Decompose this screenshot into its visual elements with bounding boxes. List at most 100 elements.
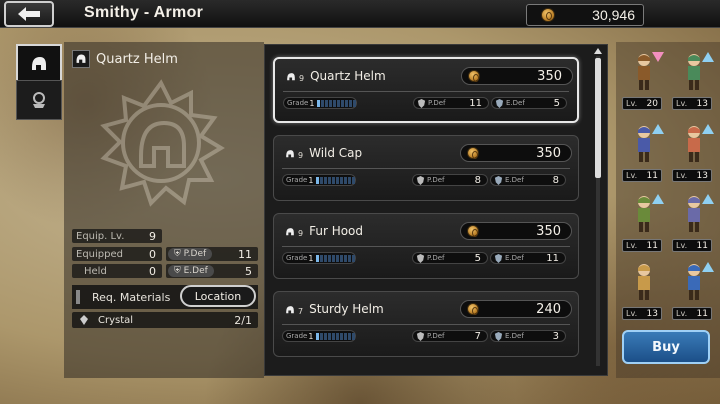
edef-value: 8: [552, 174, 559, 186]
grade-label: Grade: [286, 332, 308, 340]
stat-down-icon: [652, 52, 664, 62]
item-name: Wild Cap: [309, 146, 363, 160]
equip-level-row: Equip. Lv. 9: [72, 229, 162, 243]
coin-icon: [467, 147, 479, 159]
pdef-stat: P.Def 7: [412, 330, 488, 342]
item-quantity: 9: [298, 229, 304, 238]
item-name: Fur Hood: [309, 224, 364, 238]
magic-shield-icon: [494, 253, 503, 263]
held-row: Held 0: [72, 264, 162, 278]
screen-title: Smithy - Armor: [84, 4, 204, 21]
item-list-scrollbar[interactable]: [594, 48, 602, 374]
level-label: Lv.: [626, 99, 638, 108]
equip-level-value: 9: [149, 229, 156, 243]
pdef-stat: P.Def 8: [412, 174, 488, 186]
held-label: Held: [84, 265, 107, 277]
item-card[interactable]: 9 Wild Cap 350 Grade 1 P.Def 8 E.Def 8: [273, 135, 579, 201]
grade-label: Grade: [286, 176, 308, 184]
edef-row: ⛨ E.Def 5: [166, 264, 258, 278]
level-label: Lv.: [626, 241, 638, 250]
pdef-value: 5: [474, 252, 481, 264]
level-badge: Lv. 13: [672, 169, 712, 182]
item-price: 240: [536, 301, 561, 317]
grade-bar: Grade 1: [282, 252, 356, 264]
item-card[interactable]: 9 Fur Hood 350 Grade 1 P.Def 5 E.Def 11: [273, 213, 579, 279]
level-value: 13: [696, 98, 708, 109]
edef-value: 11: [546, 252, 559, 264]
party-member[interactable]: Lv. 13: [672, 120, 716, 182]
character-sprite-icon: [638, 264, 650, 300]
pdef-label: P.Def: [183, 249, 207, 259]
edef-stat: E.Def 5: [491, 97, 567, 109]
card-divider: [282, 324, 570, 325]
coin-icon: [468, 70, 480, 82]
edef-label: E.Def: [506, 99, 525, 107]
helmet-icon: [286, 150, 294, 158]
helmet-icon: [287, 73, 295, 81]
edef-stat: E.Def 8: [490, 174, 566, 186]
scroll-up-icon[interactable]: [594, 48, 602, 54]
party-member[interactable]: Lv. 11: [672, 190, 716, 252]
stat-up-icon: [702, 52, 714, 62]
magic-shield-icon: [494, 331, 503, 341]
level-badge: Lv. 11: [622, 239, 662, 252]
item-title: 9 Fur Hood: [284, 224, 363, 238]
pdef-value: 11: [469, 97, 482, 109]
party-member[interactable]: Lv. 11: [672, 258, 716, 320]
level-badge: Lv. 13: [622, 307, 662, 320]
card-divider: [282, 246, 570, 247]
level-label: Lv.: [676, 99, 688, 108]
coin-icon: [541, 8, 555, 22]
tab-accessory[interactable]: [16, 80, 62, 120]
grade-meter: [317, 99, 357, 107]
party-member[interactable]: Lv. 11: [622, 120, 666, 182]
gold-amount: 30,946: [592, 7, 635, 23]
card-divider: [282, 168, 570, 169]
level-value: 11: [696, 240, 708, 251]
item-quantity: 9: [298, 151, 304, 160]
item-title: 7 Sturdy Helm: [284, 302, 384, 316]
grade-meter: [316, 176, 356, 184]
grade-bar: Grade 1: [283, 97, 357, 109]
back-button[interactable]: [4, 1, 54, 27]
shield-icon: [416, 253, 425, 263]
material-row[interactable]: Crystal 2/1: [72, 312, 258, 328]
item-list[interactable]: 9 Quartz Helm 350 Grade 1 P.Def 11 E.Def…: [264, 44, 608, 376]
item-price: 350: [537, 68, 562, 84]
scroll-thumb[interactable]: [595, 58, 601, 178]
section-marker: [76, 290, 80, 304]
price-box: 350: [461, 67, 573, 85]
level-value: 13: [696, 170, 708, 181]
helmet-icon: [286, 306, 294, 314]
level-badge: Lv. 11: [672, 307, 712, 320]
magic-shield-icon: ⛨ E.Def: [168, 265, 214, 277]
buy-button[interactable]: Buy: [622, 330, 710, 364]
location-button[interactable]: Location: [180, 285, 256, 307]
helmet-icon: [32, 57, 46, 70]
accessory-icon: [33, 92, 45, 108]
edef-value: 5: [553, 97, 560, 109]
level-value: 11: [646, 170, 658, 181]
level-value: 20: [646, 98, 658, 109]
magic-shield-icon: [495, 98, 504, 108]
stat-up-icon: [702, 262, 714, 272]
party-member[interactable]: Lv. 13: [672, 48, 716, 110]
item-card[interactable]: 7 Sturdy Helm 240 Grade 1 P.Def 7 E.Def …: [273, 291, 579, 357]
grade-value: 1: [308, 253, 314, 263]
item-quantity: 7: [298, 307, 304, 316]
item-name: Quartz Helm: [310, 69, 386, 83]
party-member[interactable]: Lv. 20: [622, 48, 666, 110]
shield-icon: ⛨ P.Def: [168, 248, 213, 260]
shield-icon: [417, 98, 426, 108]
level-label: Lv.: [626, 309, 638, 318]
party-member[interactable]: Lv. 13: [622, 258, 666, 320]
item-price: 350: [536, 145, 561, 161]
pdef-label: P.Def: [428, 99, 446, 107]
item-name: Sturdy Helm: [309, 302, 384, 316]
item-card[interactable]: 9 Quartz Helm 350 Grade 1 P.Def 11 E.Def…: [273, 57, 579, 123]
level-label: Lv.: [676, 241, 688, 250]
tab-helmet[interactable]: [16, 44, 62, 84]
edef-value: 3: [552, 330, 559, 342]
party-member[interactable]: Lv. 11: [622, 190, 666, 252]
item-price: 350: [536, 223, 561, 239]
